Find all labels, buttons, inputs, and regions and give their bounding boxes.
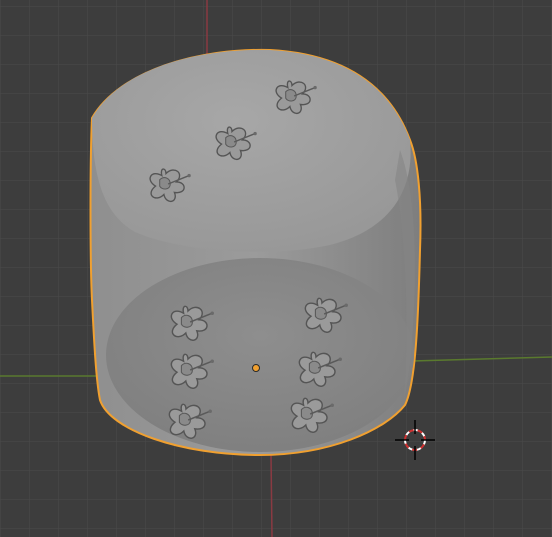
top-face — [92, 49, 411, 252]
origin-dot-icon — [252, 364, 260, 372]
front-face — [106, 258, 414, 452]
viewport-canvas[interactable] — [0, 0, 552, 537]
dice-object[interactable] — [89, 48, 422, 457]
y-axis-line-bottom — [270, 454, 273, 537]
3d-viewport[interactable] — [0, 0, 552, 537]
